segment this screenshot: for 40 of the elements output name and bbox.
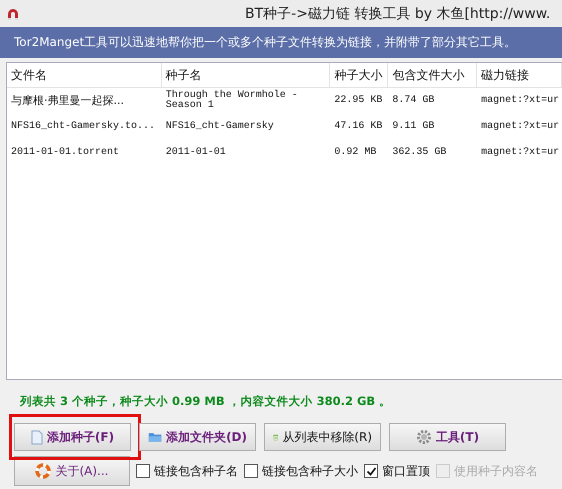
table-cell-text: 47.16 KB xyxy=(333,122,384,132)
summary-text: 列表共 3 个种子，种子大小 0.99 MB ，内容文件大小 380.2 GB 。 xyxy=(20,394,392,410)
table-cell-text: 0.92 MB xyxy=(333,148,378,158)
banner-text: Tor2Manget工具可以迅速地帮你把一个或多个种子文件转换为链接，并附带了部分其它工具。 xyxy=(14,34,516,51)
table-cell-text: 22.95 KB xyxy=(333,96,384,106)
checkbox[interactable] xyxy=(364,464,378,478)
window-title: BT种子->磁力链 转换工具 by 木鱼[http://www. xyxy=(245,4,550,22)
table-cell-text: magnet:?xt=ur xyxy=(480,122,560,132)
magnet-icon xyxy=(6,8,20,20)
about-button[interactable]: 关于(A)... xyxy=(14,456,130,486)
table-cell-text: 9.11 GB xyxy=(391,122,436,132)
column-header[interactable]: 磁力链接 xyxy=(477,63,562,87)
column-header[interactable]: 种子名 xyxy=(162,63,330,87)
table-cell-text: 8.74 GB xyxy=(391,96,436,106)
checkbox-label: 使用种子内容名 xyxy=(454,462,538,480)
table-cell-text: 2011-01-01.torrent xyxy=(10,148,120,158)
document-icon xyxy=(30,430,43,444)
toolbar-button[interactable]: 添加文件夹(D) xyxy=(139,423,256,451)
gear-icon xyxy=(416,429,432,445)
table-cell-text: 2011-01-01 xyxy=(164,148,227,158)
table-cell-text: magnet:?xt=ur xyxy=(480,148,560,158)
lifebuoy-icon xyxy=(35,463,52,479)
checkbox-label: 链接包含种子大小 xyxy=(262,462,358,480)
toolbar-button[interactable]: 从列表中移除(R) xyxy=(264,423,381,451)
column-header[interactable]: 文件名 xyxy=(7,63,162,87)
checkbox[interactable] xyxy=(136,464,150,478)
folder-icon xyxy=(148,430,162,444)
table-cell-text: NFS16_cht-Gamersky xyxy=(164,122,275,132)
checkbox-label: 窗口置顶 xyxy=(382,462,430,480)
column-header[interactable]: 包含文件大小 xyxy=(388,63,478,87)
column-header[interactable]: 种子大小 xyxy=(330,63,388,87)
toolbar-button[interactable]: 工具(T) xyxy=(389,423,506,451)
table-cell-text: magnet:?xt=ur xyxy=(480,96,560,106)
table-cell-text: 362.35 GB xyxy=(391,148,448,158)
table-cell-text: Through the Wormhole - Season 1 xyxy=(164,91,299,111)
table-cell-text: 与摩根·弗里曼一起探... xyxy=(10,96,125,106)
table-cell-text: NFS16_cht-Gamersky.to... xyxy=(10,122,156,132)
checkbox[interactable] xyxy=(244,464,258,478)
checkbox-label: 链接包含种子名 xyxy=(154,462,238,480)
toolbar-button[interactable]: 添加种子(F) xyxy=(14,423,131,451)
